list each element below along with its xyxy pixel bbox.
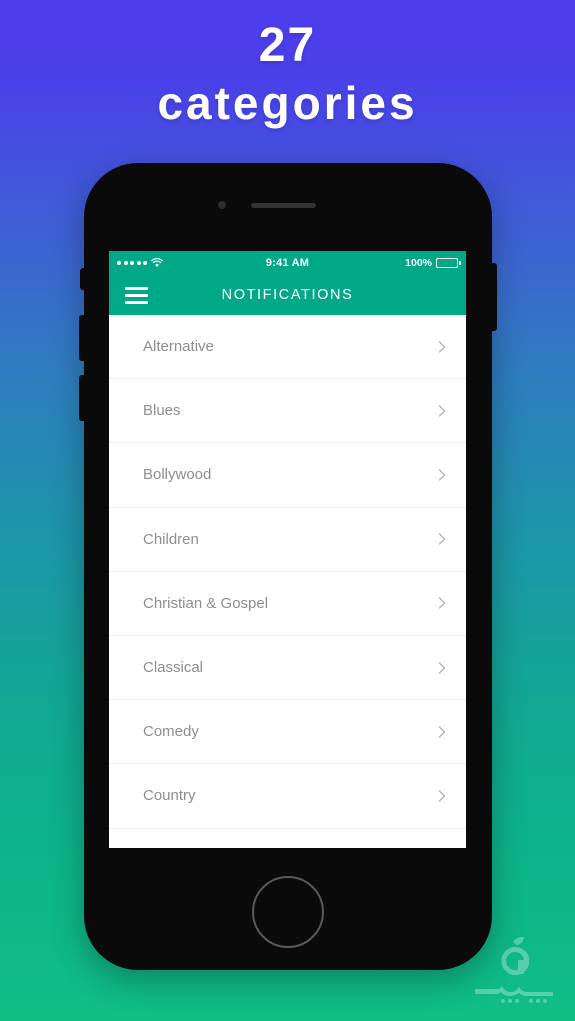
volume-down-button[interactable] bbox=[79, 375, 85, 421]
list-empty-area bbox=[109, 828, 466, 848]
list-item[interactable]: Bollywood bbox=[109, 443, 466, 508]
list-item[interactable]: Children bbox=[109, 508, 466, 572]
phone-screen: 9:41 AM 100% NOTIFICATIONS Alternative B bbox=[109, 251, 466, 848]
app-nav-bar: NOTIFICATIONS bbox=[109, 274, 466, 315]
chevron-right-icon bbox=[438, 469, 446, 481]
list-item[interactable]: Blues bbox=[109, 379, 466, 444]
list-item[interactable]: Comedy bbox=[109, 700, 466, 765]
chevron-right-icon bbox=[438, 661, 446, 674]
sibapp-logo-watermark bbox=[475, 936, 553, 1003]
list-item-label: Christian & Gospel bbox=[143, 594, 269, 612]
chevron-right-icon bbox=[438, 790, 446, 802]
chevron-right-icon bbox=[438, 533, 446, 545]
front-camera-icon bbox=[218, 201, 226, 209]
list-item-label: Children bbox=[143, 530, 199, 548]
list-item-label: Country bbox=[143, 787, 196, 805]
status-bar-right: 100% bbox=[405, 256, 461, 269]
list-item-label: Classical bbox=[143, 659, 204, 677]
power-button[interactable] bbox=[491, 263, 497, 331]
silent-switch[interactable] bbox=[80, 268, 85, 290]
category-list: Alternative Blues Bollywood Children Chr… bbox=[109, 315, 466, 848]
battery-icon bbox=[436, 257, 461, 268]
hamburger-menu-icon[interactable] bbox=[125, 286, 148, 304]
list-item[interactable]: Christian & Gospel bbox=[109, 572, 466, 636]
list-item[interactable]: Alternative bbox=[109, 315, 466, 380]
category-word: categories bbox=[157, 77, 418, 129]
chevron-right-icon bbox=[438, 405, 446, 417]
category-count: 27 bbox=[258, 19, 317, 72]
list-item-label: Comedy bbox=[143, 723, 199, 741]
list-item-label: Blues bbox=[143, 402, 181, 420]
battery-percent-label: 100% bbox=[405, 256, 432, 269]
chevron-right-icon bbox=[438, 340, 446, 353]
phone-mockup: 9:41 AM 100% NOTIFICATIONS Alternative B bbox=[79, 163, 497, 970]
list-item[interactable]: Country bbox=[109, 764, 466, 829]
chevron-right-icon bbox=[438, 726, 446, 738]
status-bar: 9:41 AM 100% bbox=[109, 251, 466, 274]
nav-title: NOTIFICATIONS bbox=[221, 286, 354, 303]
list-item[interactable]: Classical bbox=[109, 636, 466, 701]
list-item-label: Bollywood bbox=[143, 466, 212, 484]
list-item-label: Alternative bbox=[143, 338, 214, 356]
volume-up-button[interactable] bbox=[79, 315, 85, 361]
chevron-right-icon bbox=[438, 597, 446, 609]
page-title: 27 categories bbox=[0, 18, 575, 132]
earpiece-speaker bbox=[251, 203, 316, 208]
home-button[interactable] bbox=[252, 876, 324, 948]
